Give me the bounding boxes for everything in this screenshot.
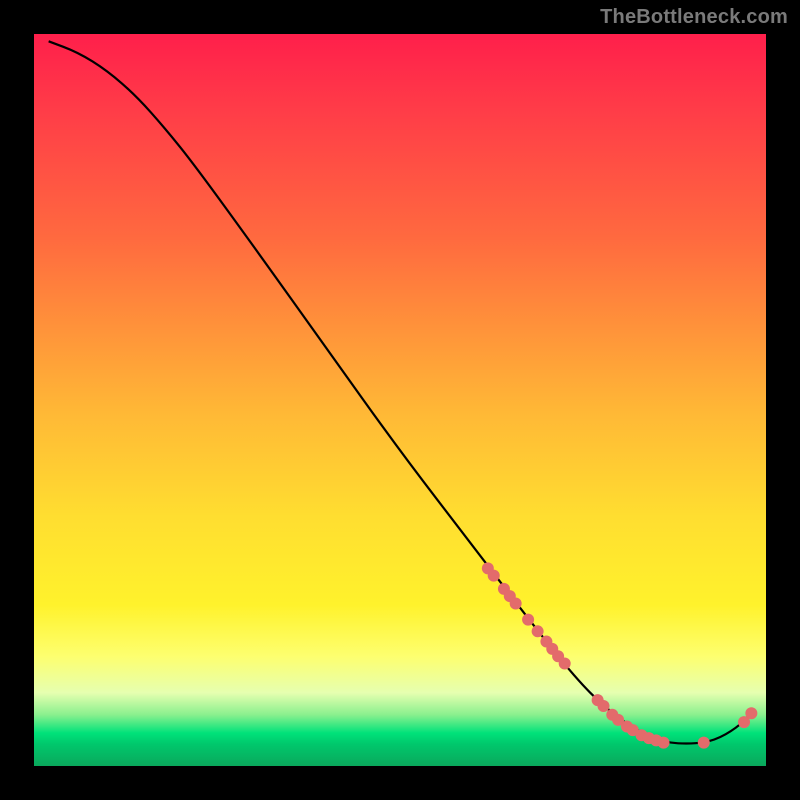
data-marker xyxy=(658,737,670,749)
data-marker xyxy=(559,658,571,670)
data-marker xyxy=(488,570,500,582)
data-marker xyxy=(532,625,544,637)
data-marker xyxy=(698,737,710,749)
chart-svg xyxy=(34,34,766,766)
data-marker xyxy=(522,614,534,626)
chart-container: TheBottleneck.com xyxy=(0,0,800,800)
data-marker xyxy=(745,707,757,719)
data-marker xyxy=(510,598,522,610)
bottleneck-curve xyxy=(49,41,752,743)
data-markers xyxy=(482,562,758,748)
attribution-text: TheBottleneck.com xyxy=(600,6,788,29)
plot-area xyxy=(34,34,766,766)
data-marker xyxy=(598,700,610,712)
